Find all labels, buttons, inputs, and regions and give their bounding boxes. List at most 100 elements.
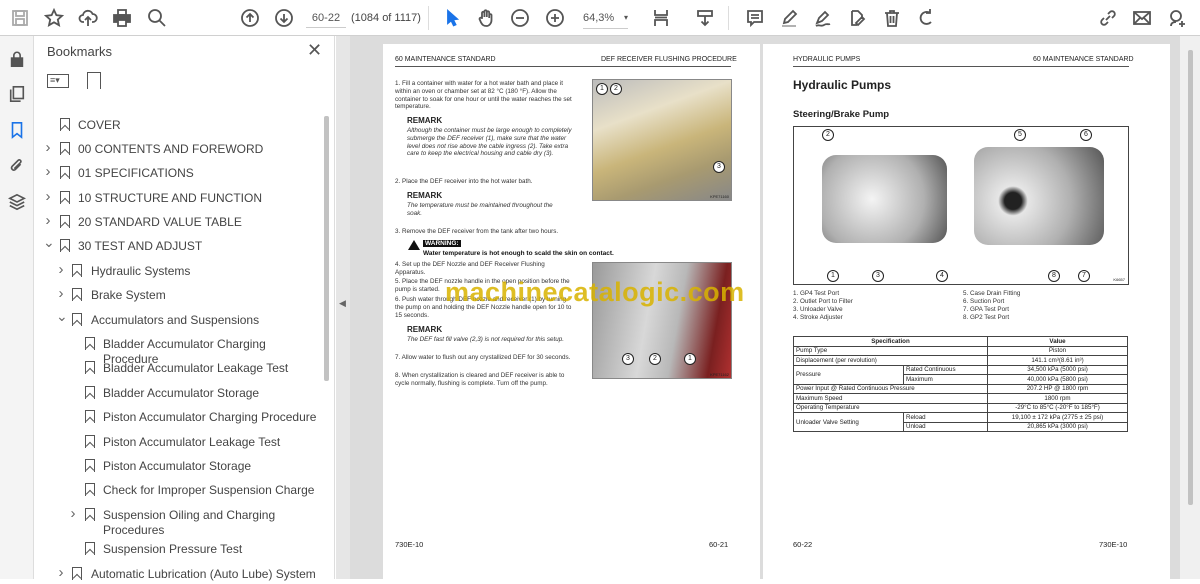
bookmark-item[interactable]: COVER bbox=[35, 117, 320, 135]
bookmark-icon bbox=[85, 483, 95, 496]
chevron-right-icon[interactable]: › bbox=[68, 505, 78, 522]
header-rule bbox=[793, 66, 1129, 67]
bookmark-icon bbox=[60, 142, 70, 155]
scrollbar-thumb[interactable] bbox=[1188, 50, 1193, 505]
bookmark-item[interactable]: › Suspension Oiling and Charging Procedur… bbox=[35, 505, 320, 537]
chevron-right-icon[interactable]: › bbox=[43, 163, 53, 180]
zoom-level-select[interactable]: 64,3% ▾ bbox=[583, 8, 628, 29]
callout: 1 bbox=[596, 83, 608, 95]
table-header: Specification bbox=[793, 336, 988, 347]
chevron-right-icon[interactable]: › bbox=[43, 212, 53, 229]
hand-icon[interactable] bbox=[474, 6, 498, 30]
pages-icon[interactable] bbox=[7, 84, 27, 104]
remark-2: The temperature must be maintained throu… bbox=[407, 202, 553, 217]
bookmark-star-icon[interactable] bbox=[42, 6, 66, 30]
bookmark-item[interactable]: ⌄ 30 TEST AND ADJUST bbox=[35, 234, 320, 256]
remark-label: REMARK bbox=[407, 116, 443, 125]
header-rule bbox=[395, 66, 731, 67]
bookmarks-panel: Bookmarks ✕ ≡▾ COVER › 00 CONTENTS AND FOR… bbox=[35, 36, 335, 581]
bookmark-label: Bladder Accumulator Storage bbox=[103, 386, 260, 400]
lock-icon[interactable] bbox=[7, 49, 27, 69]
bookmark-label: 10 STRUCTURE AND FUNCTION bbox=[78, 191, 263, 205]
bookmark-label: Suspension Oiling and Charging Procedure… bbox=[103, 508, 276, 537]
bookmark-item[interactable]: › Hydraulic Systems bbox=[35, 261, 320, 281]
page-fit-icon[interactable] bbox=[650, 6, 674, 30]
zoom-out-icon[interactable] bbox=[508, 6, 532, 30]
save-icon[interactable] bbox=[8, 6, 32, 30]
email-icon[interactable] bbox=[1130, 6, 1154, 30]
bookmark-item[interactable]: Bladder Accumulator Charging Procedure bbox=[35, 336, 320, 366]
find-bookmark-icon[interactable] bbox=[87, 72, 101, 89]
bookmark-item[interactable]: Suspension Pressure Test bbox=[35, 541, 320, 559]
chevron-down-icon[interactable]: ⌄ bbox=[43, 234, 55, 251]
warning-icon bbox=[408, 240, 420, 250]
callout: 4 bbox=[936, 270, 948, 282]
attachment-icon[interactable] bbox=[7, 156, 27, 176]
bookmark-label: Hydraulic Systems bbox=[91, 264, 191, 278]
chevron-right-icon[interactable]: › bbox=[43, 139, 53, 156]
cell: Piston bbox=[987, 345, 1128, 356]
cell: 141.1 cm³(8.61 in³) bbox=[987, 355, 1128, 366]
cell: 1800 rpm bbox=[987, 393, 1128, 404]
bookmarks-icon[interactable] bbox=[7, 120, 27, 140]
callout: 2 bbox=[822, 129, 834, 141]
delete-icon[interactable] bbox=[880, 6, 904, 30]
add-user-icon[interactable] bbox=[1165, 6, 1189, 30]
bookmark-item[interactable]: › 10 STRUCTURE AND FUNCTION bbox=[35, 188, 320, 208]
bookmark-item[interactable]: › 20 STANDARD VALUE TABLE bbox=[35, 212, 320, 232]
select-cursor-icon[interactable] bbox=[440, 6, 464, 30]
legend-item: 4. Stroke Adjuster bbox=[793, 314, 843, 321]
bookmark-item[interactable]: Bladder Accumulator Leakage Test bbox=[35, 360, 320, 378]
bookmark-item[interactable]: Piston Accumulator Charging Procedure bbox=[35, 409, 320, 427]
pump-drawing-right bbox=[974, 147, 1104, 245]
chevron-right-icon[interactable]: › bbox=[56, 285, 66, 302]
bookmark-icon bbox=[85, 459, 95, 472]
section-subtitle: Steering/Brake Pump bbox=[793, 109, 890, 120]
bookmark-item[interactable]: Check for Improper Suspension Charge bbox=[35, 482, 320, 500]
page-footer-right: 60-21 bbox=[709, 540, 729, 549]
bookmark-item[interactable]: Bladder Accumulator Storage bbox=[35, 385, 320, 403]
bookmark-item[interactable]: Piston Accumulator Leakage Test bbox=[35, 434, 320, 452]
comment-icon[interactable] bbox=[743, 6, 767, 30]
close-icon[interactable]: ✕ bbox=[307, 40, 322, 61]
bookmark-item[interactable]: › Automatic Lubrication (Auto Lube) Syste… bbox=[35, 564, 320, 584]
find-icon[interactable] bbox=[145, 6, 169, 30]
bookmark-label: 20 STANDARD VALUE TABLE bbox=[78, 215, 242, 229]
highlight-icon[interactable] bbox=[777, 6, 801, 30]
chevron-right-icon[interactable]: › bbox=[43, 188, 53, 205]
chevron-down-icon[interactable]: ⌄ bbox=[56, 308, 68, 325]
bookmark-item[interactable]: › 00 CONTENTS AND FOREWORD bbox=[35, 139, 320, 159]
prev-page-icon[interactable] bbox=[238, 6, 262, 30]
rotate-icon[interactable] bbox=[914, 6, 938, 30]
pump-figure: 2 5 6 1 3 4 8 7 K6657 bbox=[793, 126, 1129, 285]
share-link-icon[interactable] bbox=[1096, 6, 1120, 30]
bookmark-item[interactable]: ⌄ Accumulators and Suspensions bbox=[35, 308, 320, 330]
scroll-mode-icon[interactable] bbox=[693, 6, 717, 30]
panel-collapse-handle[interactable]: ◀ bbox=[336, 36, 350, 579]
bookmark-icon bbox=[60, 239, 70, 252]
bookmark-item[interactable]: › 01 SPECIFICATIONS bbox=[35, 163, 320, 183]
chevron-right-icon[interactable]: › bbox=[56, 564, 66, 581]
figure-code: K6657 bbox=[1113, 277, 1125, 282]
upload-cloud-icon[interactable] bbox=[76, 6, 100, 30]
bookmark-icon bbox=[72, 264, 82, 277]
sign-icon[interactable] bbox=[811, 6, 835, 30]
next-page-icon[interactable] bbox=[272, 6, 296, 30]
print-icon[interactable] bbox=[110, 6, 134, 30]
callout: 6 bbox=[1080, 129, 1092, 141]
legend-item: 6. Suction Port bbox=[963, 298, 1005, 305]
page-number-input[interactable]: 60-22 bbox=[306, 8, 346, 28]
options-menu-icon[interactable]: ≡▾ bbox=[47, 74, 69, 88]
chevron-right-icon[interactable]: › bbox=[56, 261, 66, 278]
zoom-in-icon[interactable] bbox=[543, 6, 567, 30]
cell: Maximum bbox=[903, 374, 988, 385]
bookmark-label: Suspension Pressure Test bbox=[103, 542, 243, 556]
stamp-icon[interactable] bbox=[845, 6, 869, 30]
callout: 3 bbox=[872, 270, 884, 282]
remark-label: REMARK bbox=[407, 325, 443, 334]
bookmark-item[interactable]: › Brake System bbox=[35, 285, 320, 305]
layers-icon[interactable] bbox=[7, 192, 27, 212]
bookmark-item[interactable]: Piston Accumulator Storage bbox=[35, 458, 320, 476]
panel-scrollbar[interactable] bbox=[324, 116, 329, 381]
step-4: 4. Set up the DEF Nozzle and DEF Receive… bbox=[395, 261, 545, 276]
